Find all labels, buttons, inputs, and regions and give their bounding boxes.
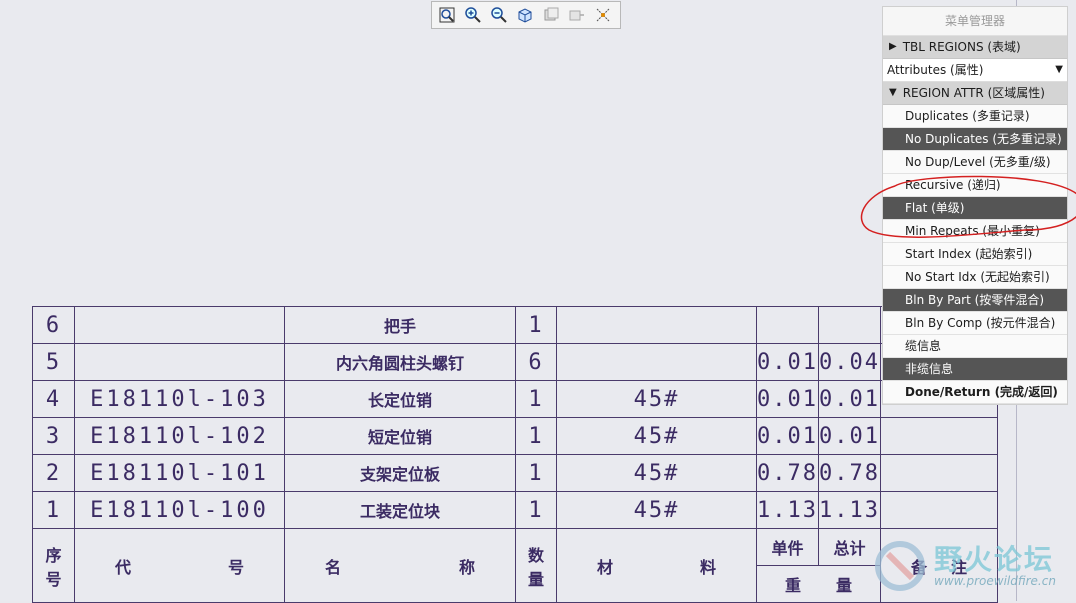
- caret-right-icon: ▶: [889, 41, 897, 52]
- table-row: 3 E18110l-102 短定位销 1 45# 0.01 0.01: [32, 417, 998, 455]
- table-row: 5 内六角圆柱头螺钉 6 0.01 0.04: [32, 343, 998, 381]
- total-weight-cell: [817, 306, 881, 344]
- index-cell: 3: [32, 417, 75, 455]
- menu-item[interactable]: Start Index (起始索引): [883, 243, 1067, 266]
- total-weight-cell: 0.01: [817, 380, 881, 418]
- header-weight: 重量: [756, 565, 881, 603]
- index-cell: 6: [32, 306, 75, 344]
- unit-weight-cell: 0.01: [756, 417, 819, 455]
- view-3d-icon[interactable]: [514, 4, 536, 26]
- name-cell: 内六角圆柱头螺钉: [284, 343, 516, 381]
- material-cell: 45#: [556, 380, 757, 418]
- menu-item[interactable]: Bln By Part (按零件混合): [883, 289, 1067, 312]
- code-cell: E18110l-100: [74, 491, 285, 529]
- total-weight-cell: 0.78: [817, 454, 881, 492]
- name-cell: 把手: [284, 306, 516, 344]
- total-weight-cell: 0.04: [817, 343, 881, 381]
- table-header-row: 序号 代号 名称 数量 材料 单件 总计 备注: [32, 528, 998, 603]
- qty-cell: 1: [515, 491, 557, 529]
- remark-cell: [879, 454, 998, 492]
- total-weight-cell: 0.01: [817, 417, 881, 455]
- material-cell: 45#: [556, 454, 757, 492]
- menu-title: 菜单管理器: [883, 7, 1067, 36]
- code-cell: E18110l-102: [74, 417, 285, 455]
- code-cell: E18110l-103: [74, 380, 285, 418]
- view-toolbar: [431, 1, 621, 29]
- index-cell: 4: [32, 380, 75, 418]
- menu-section-region-attr[interactable]: ▼ REGION ATTR (区域属性): [883, 82, 1067, 105]
- qty-cell: 1: [515, 454, 557, 492]
- table-row: 6 把手 1: [32, 306, 998, 344]
- name-cell: 长定位销: [284, 380, 516, 418]
- code-cell: E18110l-101: [74, 454, 285, 492]
- remark-cell: [879, 417, 998, 455]
- table-row: 4 E18110l-103 长定位销 1 45# 0.01 0.01: [32, 380, 998, 418]
- menu-item[interactable]: Recursive (递归): [883, 174, 1067, 197]
- caret-down-icon: ▼: [889, 87, 897, 98]
- header-material: 材料: [556, 528, 757, 603]
- code-cell: [74, 343, 285, 381]
- index-cell: 2: [32, 454, 75, 492]
- watermark-url: www.proewildfire.cn: [934, 574, 1056, 588]
- remark-cell: [879, 491, 998, 529]
- chevron-down-icon: ▼: [1055, 64, 1063, 75]
- zoom-in-icon[interactable]: [462, 4, 484, 26]
- view-layer-icon[interactable]: [540, 4, 562, 26]
- display-style-icon[interactable]: [592, 4, 614, 26]
- unit-weight-cell: 0.01: [756, 343, 819, 381]
- total-weight-cell: 1.13: [817, 491, 881, 529]
- name-cell: 支架定位板: [284, 454, 516, 492]
- menu-manager: 菜单管理器 ▶ TBL REGIONS (表域) Attributes (属性) ▼…: [882, 6, 1068, 405]
- qty-cell: 6: [515, 343, 557, 381]
- menu-section-tbl-regions[interactable]: ▶ TBL REGIONS (表域): [883, 36, 1067, 59]
- table-row: 1 E18110l-100 工装定位块 1 45# 1.13 1.13: [32, 491, 998, 529]
- qty-cell: 1: [515, 306, 557, 344]
- table-row: 2 E18110l-101 支架定位板 1 45# 0.78 0.78: [32, 454, 998, 492]
- watermark-title: 野火论坛: [934, 543, 1055, 576]
- attributes-dropdown[interactable]: Attributes (属性) ▼: [883, 59, 1067, 82]
- material-cell: 45#: [556, 417, 757, 455]
- unit-weight-cell: [756, 306, 819, 344]
- code-cell: [74, 306, 285, 344]
- header-index: 序号: [32, 528, 75, 603]
- name-cell: 短定位销: [284, 417, 516, 455]
- header-unit-weight: 单件: [756, 528, 819, 566]
- material-cell: [556, 306, 757, 344]
- header-qty: 数量: [515, 528, 557, 603]
- index-cell: 1: [32, 491, 75, 529]
- menu-item[interactable]: Duplicates (多重记录): [883, 105, 1067, 128]
- unit-weight-cell: 0.01: [756, 380, 819, 418]
- view-shift-icon[interactable]: [566, 4, 588, 26]
- menu-item[interactable]: No Start Idx (无起始索引): [883, 266, 1067, 289]
- bom-table: 6 把手 1 5 内六角圆柱头螺钉 6 0.01 0.04 4 E18110l-103 长定位销 1 4…: [32, 306, 998, 603]
- menu-item[interactable]: 缆信息: [883, 335, 1067, 358]
- qty-cell: 1: [515, 380, 557, 418]
- name-cell: 工装定位块: [284, 491, 516, 529]
- zoom-fit-icon[interactable]: [436, 4, 458, 26]
- forum-logo-icon: [875, 541, 925, 591]
- unit-weight-cell: 1.13: [756, 491, 819, 529]
- menu-item[interactable]: Flat (单级): [883, 197, 1067, 220]
- menu-item[interactable]: No Dup/Level (无多重/级): [883, 151, 1067, 174]
- zoom-out-icon[interactable]: [488, 4, 510, 26]
- unit-weight-cell: 0.78: [756, 454, 819, 492]
- menu-item[interactable]: Bln By Comp (按元件混合): [883, 312, 1067, 335]
- header-name: 名称: [284, 528, 516, 603]
- forum-watermark: 野火论坛 www.proewildfire.cn: [866, 534, 1076, 600]
- header-code: 代号: [74, 528, 285, 603]
- menu-item[interactable]: 非缆信息: [883, 358, 1067, 381]
- qty-cell: 1: [515, 417, 557, 455]
- material-cell: [556, 343, 757, 381]
- menu-item[interactable]: Done/Return (完成/返回): [883, 381, 1067, 404]
- menu-item[interactable]: Min Repeats (最小重复): [883, 220, 1067, 243]
- index-cell: 5: [32, 343, 75, 381]
- menu-item[interactable]: No Duplicates (无多重记录): [883, 128, 1067, 151]
- material-cell: 45#: [556, 491, 757, 529]
